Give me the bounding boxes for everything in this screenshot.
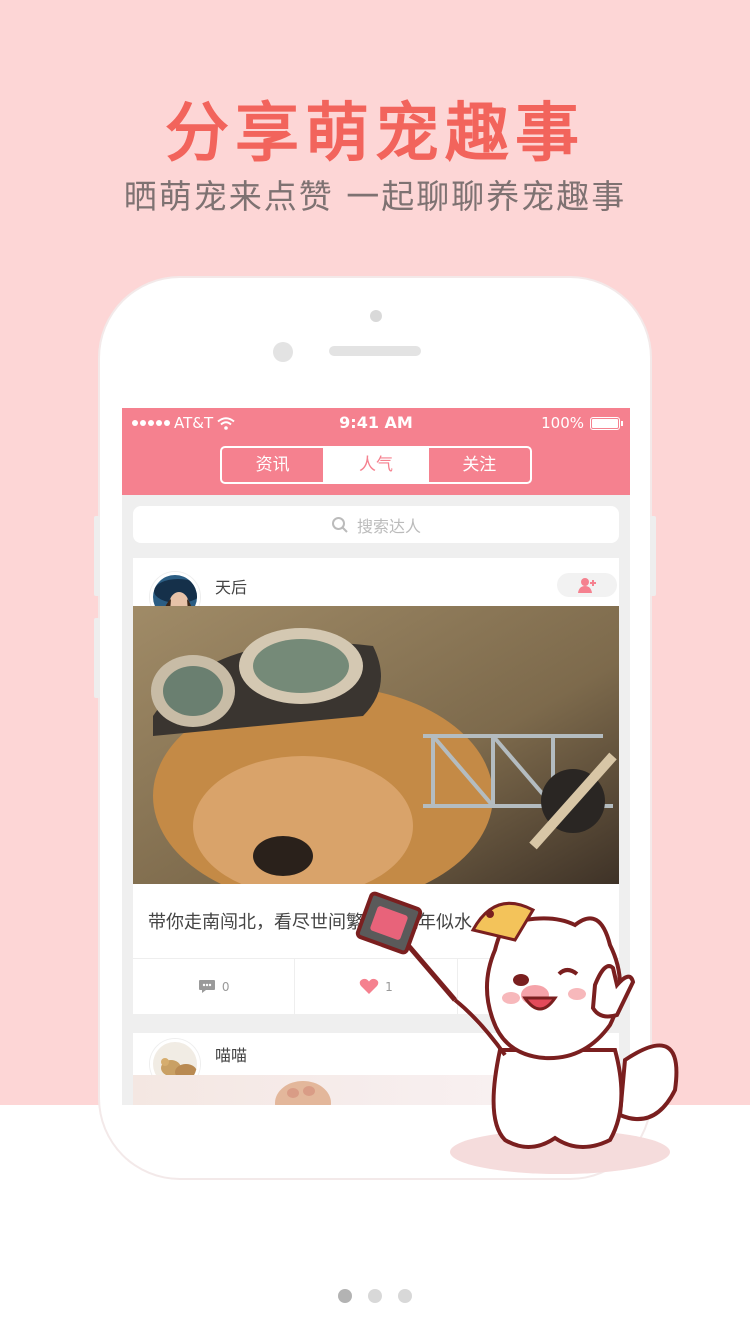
post-photo[interactable]	[133, 606, 619, 884]
add-user-icon	[578, 578, 596, 593]
tab-popular[interactable]: 人气	[323, 448, 427, 482]
page-dot-1[interactable]	[338, 1289, 352, 1303]
subheadline: 晒萌宠来点赞 一起聊聊养宠趣事	[123, 177, 627, 216]
phone-volume-down	[94, 618, 100, 698]
battery-icon	[590, 416, 623, 430]
app-header: AT&T 9:41 AM 100% 资讯 人气 关注	[122, 408, 630, 495]
phone-volume-up	[94, 516, 100, 596]
battery-percent: 100%	[541, 414, 584, 432]
comment-icon	[198, 980, 215, 993]
search-input[interactable]: 搜索达人	[133, 506, 619, 543]
tab-following[interactable]: 关注	[426, 448, 530, 482]
segment-control: 资讯 人气 关注	[220, 446, 532, 484]
phone-power-button	[650, 516, 656, 596]
phone-speaker	[329, 346, 421, 356]
page-dot-3[interactable]	[398, 1289, 412, 1303]
tab-news[interactable]: 资讯	[222, 448, 323, 482]
mascot-illustration	[355, 891, 679, 1174]
follow-button[interactable]	[557, 573, 617, 597]
page-indicator	[0, 1289, 750, 1303]
post-username[interactable]: 喵喵	[215, 1042, 247, 1066]
headline: 分享萌宠趣事	[165, 97, 585, 171]
search-placeholder: 搜索达人	[356, 516, 421, 536]
page-dot-2[interactable]	[368, 1289, 382, 1303]
phone-sensor	[273, 342, 293, 362]
status-bar: AT&T 9:41 AM 100%	[122, 408, 630, 438]
search-icon	[331, 516, 348, 533]
comment-button[interactable]: 0	[133, 959, 294, 1014]
post-username[interactable]: 天后	[215, 574, 247, 598]
phone-camera-dot	[370, 310, 382, 322]
comment-count: 0	[221, 979, 230, 994]
